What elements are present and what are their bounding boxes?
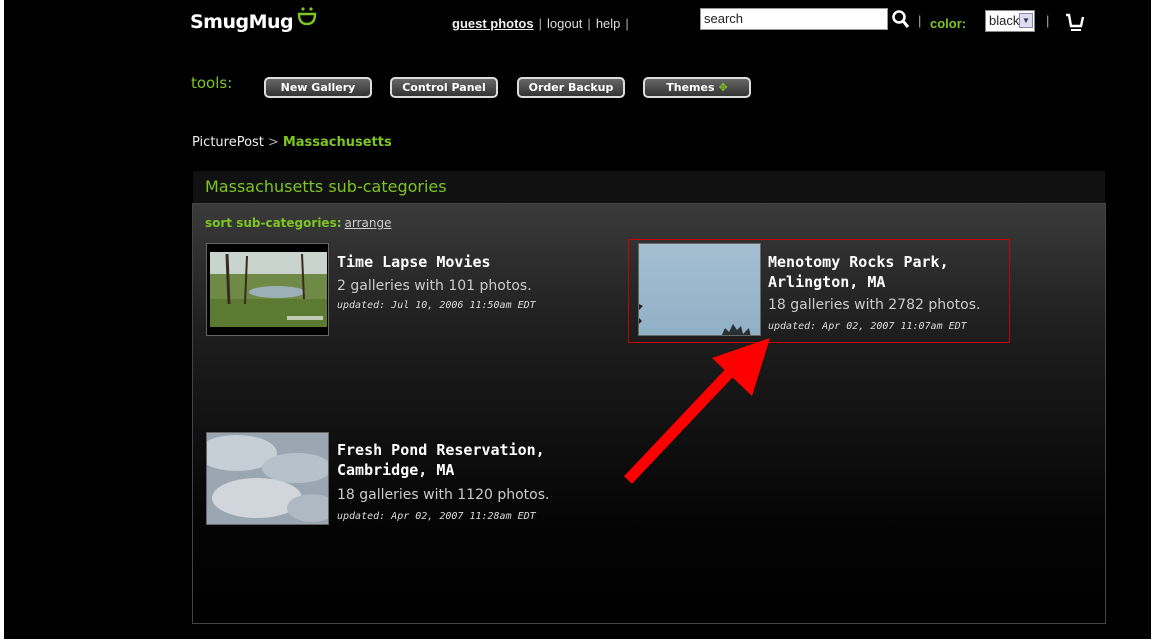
category-title-line: Menotomy Rocks Park,	[768, 253, 949, 271]
order-backup-button[interactable]: Order Backup	[517, 77, 625, 98]
category-title-line: Time Lapse Movies	[337, 253, 491, 271]
category-thumbnail[interactable]	[206, 243, 329, 336]
category-title-menotomy[interactable]: Menotomy Rocks Park, Arlington, MA	[768, 252, 949, 292]
nav-separator: |	[625, 16, 629, 31]
search-input[interactable]: search	[700, 8, 888, 30]
category-title-time-lapse[interactable]: Time Lapse Movies	[337, 252, 491, 272]
tools-label: tools:	[191, 74, 233, 92]
category-title-line: Fresh Pond Reservation,	[337, 441, 545, 459]
breadcrumb-separator: >	[267, 135, 279, 150]
smile-logo-icon	[297, 6, 317, 31]
category-thumbnail[interactable]	[206, 432, 329, 525]
panel-title: Massachusetts sub-categories	[205, 177, 447, 196]
themes-button[interactable]: Themes ✥	[643, 77, 751, 98]
new-gallery-button[interactable]: New Gallery	[264, 77, 372, 98]
breadcrumb-current: Massachusetts	[282, 135, 392, 150]
color-label: color:	[930, 16, 967, 31]
diamond-icon: ✥	[718, 81, 728, 94]
color-select-value: black	[989, 13, 1020, 28]
control-panel-button[interactable]: Control Panel	[390, 77, 498, 98]
nav-separator: |	[538, 16, 542, 31]
red-arrow-annotation	[620, 330, 780, 494]
category-title-fresh-pond[interactable]: Fresh Pond Reservation, Cambridge, MA	[337, 440, 545, 480]
color-select[interactable]: black ▼	[985, 10, 1035, 32]
category-updated: updated: Apr 02, 2007 11:28am EDT	[337, 511, 536, 522]
category-thumbnail[interactable]	[638, 243, 761, 336]
category-updated: updated: Jul 10, 2006 11:50am EDT	[337, 300, 536, 311]
category-count: 2 galleries with 101 photos.	[337, 278, 532, 294]
cart-icon[interactable]	[1065, 12, 1085, 36]
smugmug-logo[interactable]: SmugMug	[190, 6, 317, 33]
nav-separator: |	[1046, 13, 1050, 28]
help-link[interactable]: help	[596, 16, 621, 31]
themes-button-label: Themes	[666, 81, 715, 94]
nav-separator: |	[918, 13, 922, 28]
category-count: 18 galleries with 1120 photos.	[337, 487, 550, 503]
guest-photos-link[interactable]: guest photos	[452, 16, 534, 31]
top-nav: guest photos | logout | help |	[452, 16, 634, 31]
chevron-down-icon[interactable]: ▼	[1019, 13, 1033, 28]
category-count: 18 galleries with 2782 photos.	[768, 297, 981, 313]
category-updated: updated: Apr 02, 2007 11:07am EDT	[768, 321, 967, 332]
arrange-link[interactable]: arrange	[345, 216, 392, 230]
category-title-line: Cambridge, MA	[337, 461, 455, 479]
logout-link[interactable]: logout	[547, 16, 582, 31]
category-title-line: Arlington, MA	[768, 273, 886, 291]
breadcrumb-root[interactable]: PicturePost	[192, 135, 264, 150]
logo-text: SmugMug	[190, 11, 294, 33]
search-icon[interactable]	[891, 8, 911, 30]
nav-separator: |	[587, 16, 591, 31]
breadcrumb: PicturePost > Massachusetts	[192, 135, 392, 150]
sort-controls: sort sub-categories: arrange	[205, 216, 391, 230]
sort-label: sort sub-categories:	[205, 216, 342, 230]
